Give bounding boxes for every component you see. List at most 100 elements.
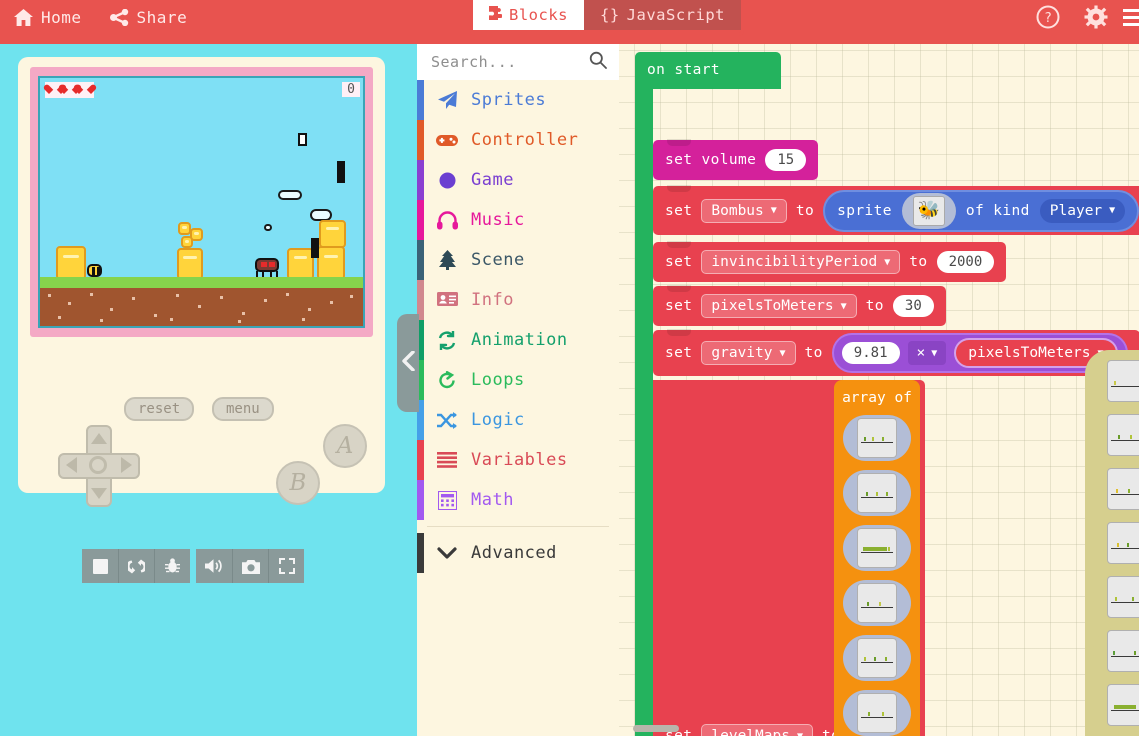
variable-dropdown-level-maps[interactable]: levelMaps ▼: [701, 724, 813, 736]
honeycomb-block: [181, 236, 193, 248]
honeycomb-block: [319, 220, 346, 248]
sidebar-item-variables[interactable]: Variables: [417, 440, 619, 480]
array-item-slot[interactable]: [843, 580, 911, 626]
block-tilemap-array-offscreen[interactable]: [1085, 350, 1139, 736]
collapse-simulator-handle[interactable]: [397, 314, 419, 412]
pixels-to-meters-value-field[interactable]: 30: [892, 295, 934, 317]
gear-icon[interactable]: [1072, 0, 1120, 34]
array-item-slot[interactable]: [1093, 682, 1139, 728]
invincibility-period-value-field[interactable]: 2000: [936, 251, 995, 273]
block-set-bombus[interactable]: set Bombus ▼ to sprite 🐝 of kind Player …: [653, 185, 1139, 235]
sidebar-item-logic[interactable]: Logic: [417, 400, 619, 440]
kind-value-label: Player: [1049, 202, 1103, 219]
dpad-right-icon[interactable]: [121, 457, 132, 473]
tab-javascript[interactable]: {} JavaScript: [584, 0, 741, 30]
refresh-cycle-icon: [435, 330, 459, 350]
game-screen[interactable]: 0: [38, 76, 365, 328]
array-of-label: array of: [842, 390, 912, 406]
sidebar-item-animation[interactable]: Animation: [417, 320, 619, 360]
tilemap-thumbnail-icon: [1107, 468, 1139, 510]
block-array-of[interactable]: array of: [834, 380, 920, 736]
to-keyword-label: to: [909, 254, 928, 270]
dpad-left-icon[interactable]: [66, 457, 77, 473]
sidebar-item-music[interactable]: Music: [417, 200, 619, 240]
debug-button[interactable]: [154, 549, 190, 583]
rock-sprite: [337, 161, 345, 183]
block-set-level-maps[interactable]: set levelMaps ▼ to: [653, 716, 852, 736]
tab-blocks[interactable]: Blocks: [473, 0, 584, 30]
fullscreen-button[interactable]: [268, 549, 304, 583]
button-b[interactable]: B: [276, 461, 320, 505]
array-item-slot[interactable]: [843, 470, 911, 516]
simulator-device: 0 reset menu A B: [18, 57, 385, 507]
array-item-slot[interactable]: [1093, 520, 1139, 566]
chevron-down-icon: ▼: [779, 347, 786, 359]
lines-icon: [435, 452, 459, 468]
math-left-operand-field[interactable]: 9.81: [841, 342, 900, 364]
kind-dropdown-player[interactable]: Player ▼: [1039, 198, 1126, 223]
blocks-workspace[interactable]: on start set volume 15 set Bombus ▼ to s…: [619, 44, 1139, 736]
toolbox-search-row[interactable]: Search...: [417, 44, 619, 80]
variable-dropdown-gravity[interactable]: gravity ▼: [701, 341, 796, 365]
menu-button[interactable]: menu: [212, 397, 274, 421]
reset-button[interactable]: reset: [124, 397, 195, 421]
block-set-gravity[interactable]: set gravity ▼ to 9.81 × ▼ pixelsToMeters…: [653, 329, 1139, 376]
honeycomb-block: [287, 248, 314, 280]
braces-icon: {}: [600, 6, 620, 24]
block-set-invincibility-period[interactable]: set invincibilityPeriod ▼ to 2000: [653, 241, 1007, 282]
sidebar-item-sprites[interactable]: Sprites: [417, 80, 619, 120]
block-set-volume[interactable]: set volume 15: [653, 139, 819, 180]
search-input[interactable]: Search...: [431, 53, 589, 71]
sprite-image-field[interactable]: 🐝: [901, 192, 956, 229]
array-item-slot[interactable]: [1093, 574, 1139, 620]
variable-dropdown-bombus[interactable]: Bombus ▼: [701, 198, 787, 223]
horizontal-scrollbar[interactable]: [633, 725, 679, 732]
sprite-keyword-label: sprite: [837, 202, 892, 219]
dpad-center[interactable]: [89, 456, 107, 474]
variable-dropdown-invincibility-period[interactable]: invincibilityPeriod ▼: [701, 250, 901, 274]
array-item-slot[interactable]: [843, 635, 911, 681]
sidebar-item-controller[interactable]: Controller: [417, 120, 619, 160]
stop-button[interactable]: [82, 549, 118, 583]
tab-javascript-label: JavaScript: [626, 6, 725, 24]
sidebar-item-advanced[interactable]: Advanced: [417, 533, 619, 573]
sidebar-item-game[interactable]: Game: [417, 160, 619, 200]
reporter-math-multiply[interactable]: 9.81 × ▼ pixelsToMeters ▼: [831, 333, 1128, 373]
sidebar-item-scene[interactable]: Scene: [417, 240, 619, 280]
help-icon[interactable]: ?: [1024, 0, 1072, 34]
array-item-slot[interactable]: [1093, 358, 1139, 404]
reporter-create-sprite[interactable]: sprite 🐝 of kind Player ▼: [823, 189, 1139, 232]
array-item-slot[interactable]: [1093, 466, 1139, 512]
set-volume-label: set volume: [665, 152, 757, 168]
search-icon[interactable]: [589, 51, 607, 73]
array-item-slot[interactable]: [843, 525, 911, 571]
volume-value-field[interactable]: 15: [765, 149, 807, 171]
home-menu-item[interactable]: Home: [0, 0, 96, 34]
mute-button[interactable]: [196, 549, 232, 583]
variable-name-bombus: Bombus: [711, 202, 764, 219]
chevron-down-icon: ▼: [796, 730, 803, 736]
block-set-pixels-to-meters[interactable]: set pixelsToMeters ▼ to 30: [653, 285, 946, 326]
screenshot-button[interactable]: [232, 549, 268, 583]
life-hearts: [45, 82, 94, 98]
editor-tabs: Blocks {} JavaScript: [470, 0, 744, 36]
array-item-slot[interactable]: [843, 690, 911, 736]
sidebar-item-info[interactable]: Info: [417, 280, 619, 320]
hamburger-menu-icon[interactable]: [1120, 0, 1139, 34]
button-a[interactable]: A: [323, 424, 367, 468]
array-item-slot[interactable]: [843, 415, 911, 461]
variable-dropdown-pixels-to-meters[interactable]: pixelsToMeters ▼: [701, 294, 857, 318]
bee-player-sprite: [87, 264, 102, 277]
sidebar-item-math[interactable]: Math: [417, 480, 619, 520]
dpad-up-icon[interactable]: [91, 433, 107, 444]
sidebar-item-loops[interactable]: Loops: [417, 360, 619, 400]
restart-button[interactable]: [118, 549, 154, 583]
block-on-start[interactable]: on start: [635, 52, 781, 89]
array-item-slot[interactable]: [1093, 412, 1139, 458]
array-item-slot[interactable]: [1093, 628, 1139, 674]
dpad-down-icon[interactable]: [91, 488, 107, 499]
gamepad-icon: [435, 133, 459, 148]
math-operator-dropdown[interactable]: × ▼: [907, 341, 947, 365]
share-menu-item[interactable]: Share: [96, 0, 202, 34]
dpad-control[interactable]: [58, 425, 140, 507]
